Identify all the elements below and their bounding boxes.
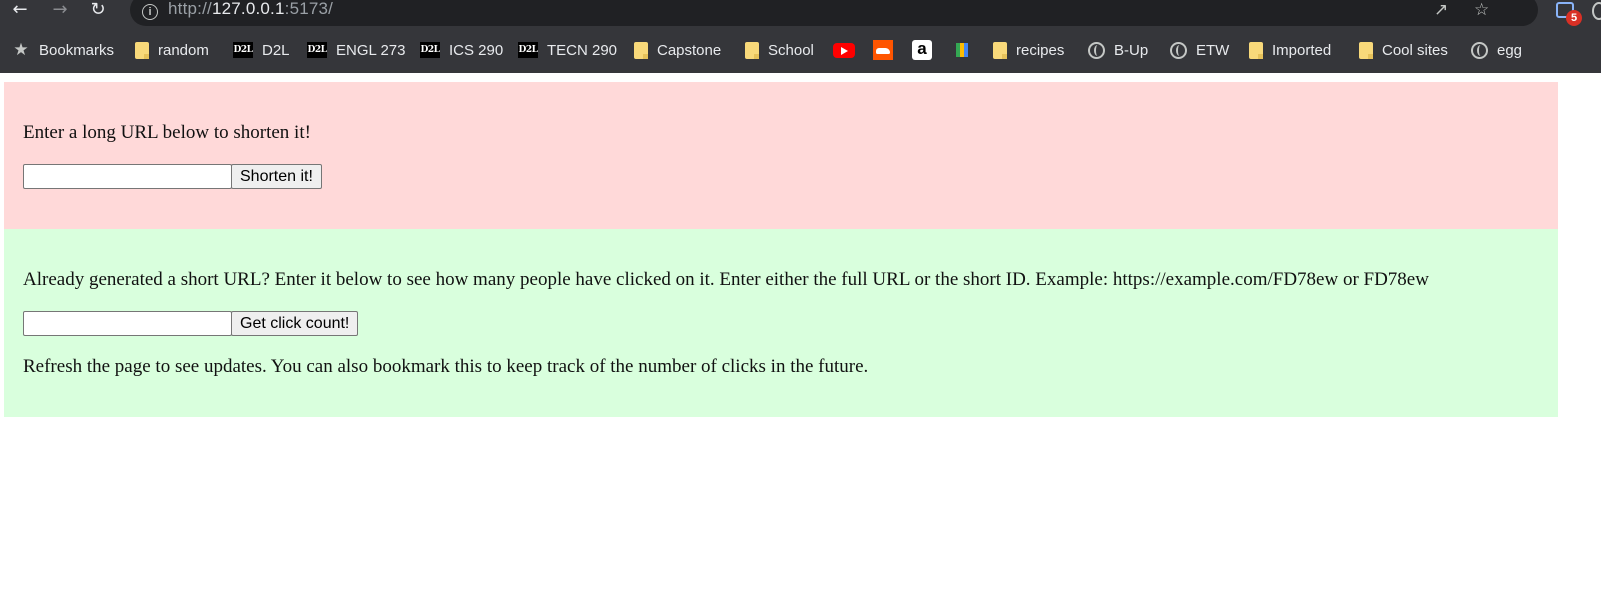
star-icon: ★ [13,40,29,60]
bookmark-capstone[interactable]: Capstone [634,36,721,64]
soundcloud-icon [873,40,893,60]
short-url-input[interactable] [23,311,232,336]
bookmark-random[interactable]: random [135,36,209,64]
bookmark-d2l[interactable]: D2L D2L [233,36,290,64]
folder-icon [1249,41,1263,59]
address-bar[interactable]: i http://127.0.0.1:5173/ ↗ ☆ [130,0,1538,26]
bookmark-label: ICS 290 [449,41,504,59]
bookmark-b-up[interactable]: B-Up [1088,36,1148,64]
bookmark-label: ENGL 273 [336,41,406,59]
bookmark-label: TECN 290 [547,41,618,59]
info-icon[interactable]: i [142,4,158,20]
d2l-icon: D2L [518,42,538,58]
bookmark-label: B-Up [1114,41,1149,59]
globe-icon [1170,41,1187,59]
bookmark-bookmarks[interactable]: ★ Bookmarks [12,36,114,64]
bookmark-engl-273[interactable]: D2L ENGL 273 [307,36,406,64]
bookmark-label: random [158,41,209,59]
click-count-section: Already generated a short URL? Enter it … [4,229,1558,417]
bookmark-label: Bookmarks [39,41,115,59]
url-scheme: http:// [168,0,212,18]
forward-arrow-icon[interactable]: → [48,0,72,22]
extension-badge: 5 [1566,10,1582,26]
bookmark-school[interactable]: School [745,36,814,64]
bookmark-etw[interactable]: ETW [1170,36,1229,64]
long-url-input[interactable] [23,164,232,189]
bookmark-youtube[interactable] [833,36,855,64]
folder-icon [135,41,149,59]
folder-icon [634,41,648,59]
navigation-bar: ← → ↻ i http://127.0.0.1:5173/ ↗ ☆ 5 [0,0,1601,26]
folder-icon [993,41,1007,59]
share-icon[interactable]: ↗ [1434,0,1448,20]
bookmark-label: recipes [1016,41,1065,59]
back-arrow-icon[interactable]: ← [8,0,32,22]
bookmarks-bar: ★ Bookmarks random D2L D2L D2L ENGL 273 D2L… [0,36,1601,64]
shorten-section: Enter a long URL below to shorten it! Sh… [4,82,1558,229]
bookmark-label: egg [1497,41,1523,59]
bookmark-label: Cool sites [1382,41,1448,59]
bookmark-star-icon[interactable]: ☆ [1474,0,1489,20]
click-count-prompt: Already generated a short URL? Enter it … [23,269,1429,290]
bookmark-amazon[interactable]: a [912,36,932,64]
bookmark-label: D2L [262,41,290,59]
d2l-icon: D2L [233,42,253,58]
bookmark-imported[interactable]: Imported [1249,36,1331,64]
url-host: 127.0.0.1 [211,0,285,18]
bookmark-label: Capstone [657,41,722,59]
bookmark-tecn-290[interactable]: D2L TECN 290 [518,36,617,64]
folder-icon [1359,41,1373,59]
d2l-icon: D2L [307,42,327,58]
amazon-icon: a [912,40,932,60]
bookmark-label: School [768,41,814,59]
reload-icon[interactable]: ↻ [86,0,110,22]
url-text[interactable]: http://127.0.0.1:5173/ [168,0,333,19]
bookmark-soundcloud[interactable] [873,36,893,64]
d2l-icon: D2L [420,42,440,58]
bookmark-gift[interactable] [956,36,968,64]
browser-chrome: ← → ↻ i http://127.0.0.1:5173/ ↗ ☆ 5 ★ Bo… [0,0,1601,73]
get-click-count-button[interactable]: Get click count! [231,311,359,336]
shorten-prompt: Enter a long URL below to shorten it! [23,122,311,143]
bookmark-egg[interactable]: egg [1471,36,1522,64]
bookmark-cool-sites[interactable]: Cool sites [1359,36,1448,64]
globe-icon [1471,41,1488,59]
youtube-icon [833,42,855,58]
refresh-note: Refresh the page to see updates. You can… [23,356,869,377]
url-path: :5173/ [284,0,334,18]
bookmark-recipes[interactable]: recipes [993,36,1064,64]
bookmark-ics-290[interactable]: D2L ICS 290 [420,36,503,64]
folder-icon [745,41,759,59]
globe-icon [1088,41,1105,59]
profile-icon[interactable] [1592,2,1601,20]
shorten-button[interactable]: Shorten it! [231,164,322,189]
bookmark-label: Imported [1272,41,1332,59]
bookmark-label: ETW [1196,41,1230,59]
gift-icon [956,43,968,57]
